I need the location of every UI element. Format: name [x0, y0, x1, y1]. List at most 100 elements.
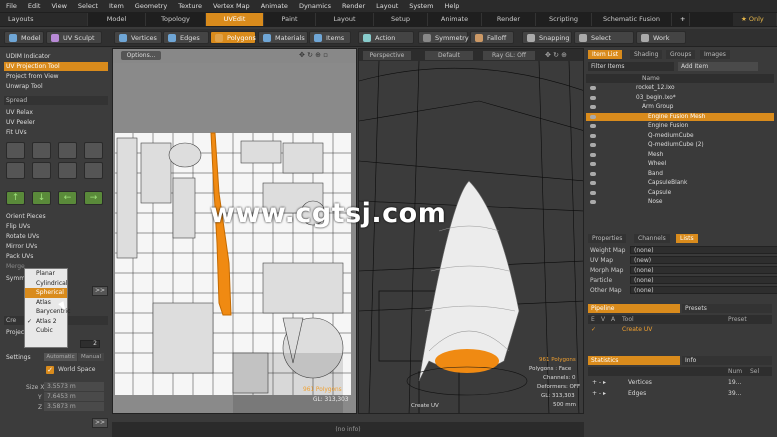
tab-layout[interactable]: Layout: [316, 13, 374, 26]
menu-geometry[interactable]: Geometry: [135, 2, 167, 10]
edges-button[interactable]: Edges: [163, 31, 209, 44]
vmap-dropdown[interactable]: (none): [630, 266, 777, 274]
visibility-eye-icon[interactable]: [590, 152, 596, 157]
vmap-dropdown[interactable]: (none): [630, 276, 777, 284]
visibility-eye-icon[interactable]: [590, 86, 596, 90]
uv-viewport[interactable]: Options... ✥ ↻ ⊕ ▫ 961 Polygons GL: 313,…: [112, 48, 357, 414]
symmetry-button[interactable]: Symmetry: [418, 31, 469, 44]
visibility-eye-icon[interactable]: [590, 143, 596, 147]
item-row[interactable]: CapsuleBlank: [586, 179, 774, 188]
menu-help[interactable]: Help: [445, 2, 460, 10]
option-cubic[interactable]: Cubic: [25, 326, 67, 336]
arrow-up-icon[interactable]: ↑: [6, 191, 25, 205]
pipeline-row-create-uv[interactable]: ✓ Create UV: [588, 325, 772, 334]
option-planar[interactable]: Planar: [25, 269, 67, 279]
item-row[interactable]: Wheel: [586, 160, 774, 169]
statistics-tab[interactable]: Statistics: [588, 356, 680, 365]
visibility-eye-icon[interactable]: [590, 181, 596, 185]
flip-uvs-button[interactable]: Flip UVs: [4, 222, 108, 231]
items-button[interactable]: Items: [309, 31, 351, 44]
sphere-uv-icon[interactable]: [6, 162, 25, 179]
visibility-eye-icon[interactable]: [590, 124, 596, 128]
menu-select[interactable]: Select: [78, 2, 98, 10]
tab-layouts[interactable]: Layouts: [0, 13, 88, 26]
cube-uv-icon[interactable]: [84, 142, 103, 159]
item-row[interactable]: Arm Group: [586, 103, 774, 112]
menu-animate[interactable]: Animate: [261, 2, 288, 10]
udim-indicator-button[interactable]: UDIM Indicator: [4, 52, 108, 61]
arrow-left-icon[interactable]: ←: [58, 191, 77, 205]
grid-uv-icon[interactable]: [84, 162, 103, 179]
name-column-header[interactable]: Name: [586, 74, 774, 83]
visibility-eye-icon[interactable]: [590, 95, 596, 100]
vmap-dropdown[interactable]: (new): [630, 256, 777, 264]
menu-view[interactable]: View: [51, 2, 66, 10]
fit-uvs-button[interactable]: Fit UVs: [4, 128, 108, 137]
tab-topology[interactable]: Topology: [146, 13, 206, 26]
snapping-button[interactable]: Snapping: [522, 31, 572, 44]
viewport-nav-icons[interactable]: ✥ ↻ ⊕ ▫: [299, 51, 328, 59]
tab-animate[interactable]: Animate: [428, 13, 482, 26]
item-row[interactable]: Nose: [586, 198, 774, 207]
uv-sculpt-button[interactable]: UV Sculpt: [46, 31, 102, 44]
size-z-field[interactable]: 3.5873 m: [44, 402, 104, 411]
add-item-dropdown[interactable]: Add Item: [678, 62, 758, 71]
select-through-button[interactable]: Select Through: [574, 31, 634, 55]
falloff-button[interactable]: Falloff: [470, 31, 514, 44]
viewport-nav-icons-3d[interactable]: ✥ ↻ ⊕: [545, 51, 567, 59]
uv-relax-button[interactable]: UV Relax: [4, 108, 108, 117]
perspective-dropdown[interactable]: Perspective: [363, 51, 411, 60]
tab-item-list[interactable]: Item List: [588, 50, 623, 59]
orient-pieces-button[interactable]: Orient Pieces: [4, 212, 108, 221]
transform-uv-icon[interactable]: [58, 142, 77, 159]
menu-layout[interactable]: Layout: [376, 2, 398, 10]
tab-channels[interactable]: Channels: [634, 234, 670, 243]
expand-button[interactable]: >>: [92, 286, 108, 296]
tab-model[interactable]: Model: [88, 13, 146, 26]
info-tab[interactable]: Info: [682, 356, 772, 365]
uv-peeler-button[interactable]: UV Peeler: [4, 118, 108, 127]
tab-groups[interactable]: Groups: [666, 50, 696, 59]
menu-vertex-map[interactable]: Vertex Map: [213, 2, 250, 10]
vmap-dropdown[interactable]: (none): [630, 246, 777, 254]
mirror-uvs-button[interactable]: Mirror UVs: [4, 242, 108, 251]
menu-texture[interactable]: Texture: [178, 2, 202, 10]
visibility-eye-icon[interactable]: [590, 162, 596, 166]
vmap-dropdown[interactable]: (none): [630, 286, 777, 294]
tab-setup[interactable]: Setup: [374, 13, 428, 26]
menu-dynamics[interactable]: Dynamics: [299, 2, 331, 10]
visibility-eye-icon[interactable]: [590, 200, 596, 204]
item-row[interactable]: rocket_12.lxo: [586, 84, 774, 93]
item-row[interactable]: Capsule: [586, 189, 774, 198]
menu-edit[interactable]: Edit: [28, 2, 41, 10]
model-button[interactable]: Model: [4, 31, 44, 44]
expand-button-2[interactable]: >>: [92, 418, 108, 428]
item-row[interactable]: Q-mediumCube (2): [586, 141, 774, 150]
presets-tab[interactable]: Presets: [682, 304, 772, 313]
action-center-button[interactable]: Action Center: [358, 31, 414, 55]
uv-projection-tool-button[interactable]: UV Projection Tool: [4, 62, 108, 71]
project-from-view-button[interactable]: Project from View: [4, 72, 108, 81]
filter-items-input[interactable]: Filter Items: [588, 62, 674, 71]
tab-paint[interactable]: Paint: [264, 13, 316, 26]
only-filter[interactable]: ★ Only: [733, 13, 777, 26]
stats-row-vertices[interactable]: + - ▸ Vertices 19...: [588, 378, 772, 387]
tab-properties[interactable]: Properties: [588, 234, 627, 243]
option-atlas-2[interactable]: ✓ Atlas 2: [25, 317, 67, 327]
raygl-dropdown[interactable]: Ray GL: Off: [483, 51, 535, 60]
manual-toggle[interactable]: Manual: [78, 353, 104, 361]
item-row[interactable]: Mesh: [586, 151, 774, 160]
size-y-field[interactable]: 7.6453 m: [44, 392, 104, 401]
enabled-check-icon[interactable]: ✓: [591, 325, 596, 334]
spread-section-header[interactable]: Spread: [4, 96, 108, 105]
visibility-eye-icon[interactable]: [590, 171, 596, 176]
size-x-field[interactable]: 3.5573 m: [44, 382, 104, 391]
menu-system[interactable]: System: [409, 2, 433, 10]
menu-render[interactable]: Render: [342, 2, 365, 10]
move-uv-icon[interactable]: [6, 142, 25, 159]
item-row[interactable]: Band: [586, 170, 774, 179]
tab-images[interactable]: Images: [700, 50, 730, 59]
options-button[interactable]: Options...: [121, 51, 161, 60]
spread-count-field[interactable]: 2: [80, 340, 100, 348]
pipeline-tab[interactable]: Pipeline: [588, 304, 680, 313]
